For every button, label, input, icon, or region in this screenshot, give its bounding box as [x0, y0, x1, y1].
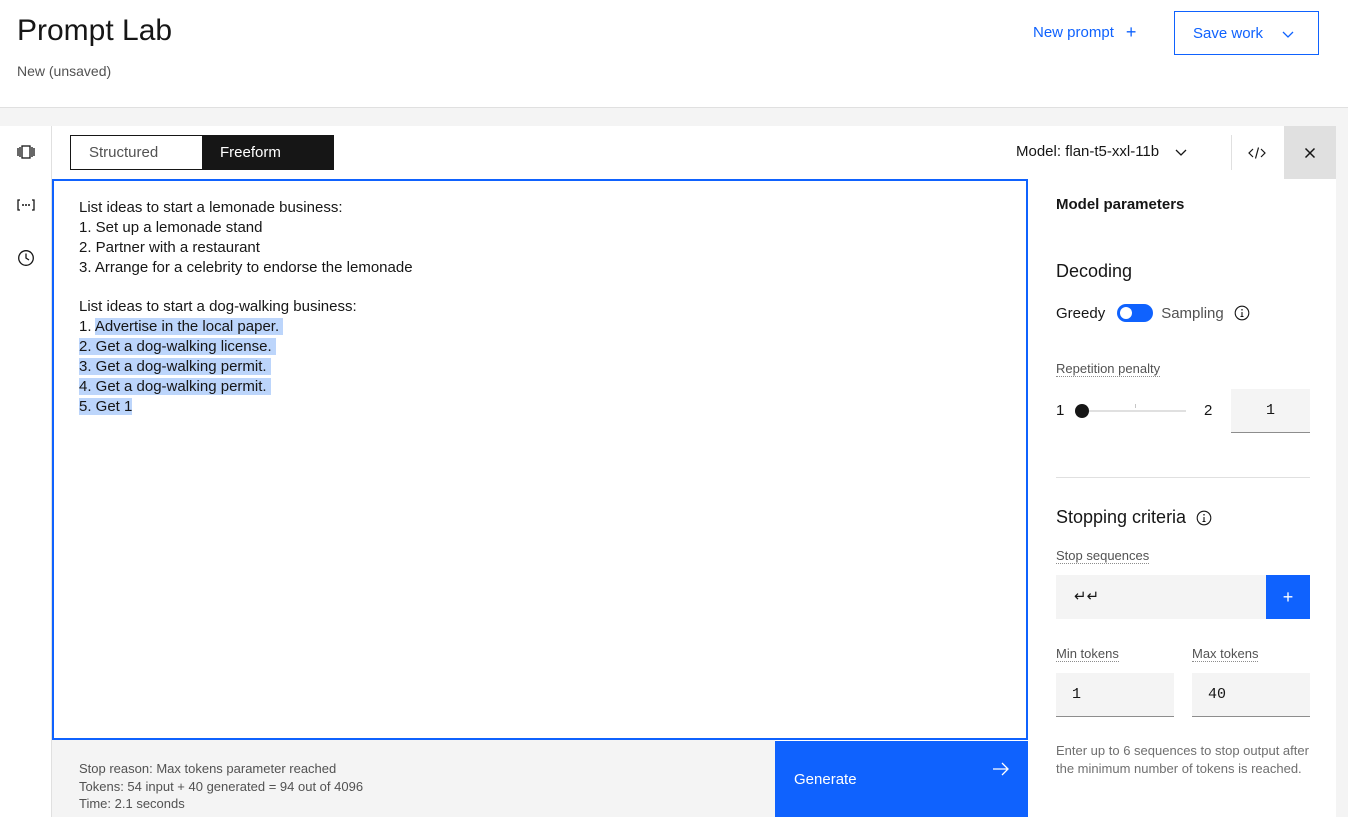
tab-structured[interactable]: Structured	[71, 136, 202, 169]
editor-line: 5. Get 1	[79, 397, 1001, 417]
panel-title: Model parameters	[1056, 196, 1185, 213]
model-select[interactable]: Model: flan-t5-xxl-11b	[1016, 143, 1189, 160]
plus-icon: +	[1125, 22, 1137, 42]
repetition-penalty-input[interactable]	[1231, 389, 1310, 433]
scrollbar-track	[1336, 126, 1348, 817]
max-tokens-input[interactable]	[1192, 673, 1310, 717]
close-icon	[1304, 147, 1316, 158]
editor-line: 4. Get a dog-walking permit.	[79, 377, 1001, 397]
view-code-button[interactable]	[1245, 141, 1269, 165]
editor-line: List ideas to start a lemonade business:	[79, 198, 1001, 218]
editor-line: 1. Advertise in the local paper.	[79, 317, 1001, 337]
slider-thumb[interactable]	[1075, 404, 1089, 418]
slider-max: 2	[1204, 402, 1213, 419]
max-tokens-label: Max tokens	[1192, 646, 1259, 662]
left-rail	[0, 126, 52, 817]
token-count: Tokens: 54 input + 40 generated = 94 out…	[79, 778, 364, 794]
arrow-right-icon	[993, 762, 1009, 776]
model-label: Model: flan-t5-xxl-11b	[1016, 143, 1160, 160]
min-tokens-label: Min tokens	[1056, 646, 1119, 662]
min-tokens-input[interactable]	[1056, 673, 1174, 717]
editor-text: 1.	[79, 318, 95, 335]
generated-text: Advertise in the local paper.	[94, 318, 284, 335]
page-subtitle: New (unsaved)	[17, 63, 112, 79]
slider-track[interactable]	[1082, 410, 1186, 412]
model-parameters-panel: Model parameters Decoding Greedy Samplin…	[1028, 179, 1336, 817]
add-stop-sequence-button[interactable]: +	[1266, 575, 1310, 619]
chevron-down-icon	[1282, 31, 1294, 38]
generation-status: Stop reason: Max tokens parameter reache…	[52, 740, 775, 817]
generate-label: Generate	[794, 770, 857, 788]
section-divider	[1056, 477, 1310, 478]
info-icon[interactable]	[1196, 510, 1212, 526]
decoding-toggle-row: Greedy Sampling	[1056, 304, 1250, 322]
stopping-criteria-label: Stopping criteria	[1056, 507, 1187, 527]
new-prompt-button[interactable]: New prompt +	[1033, 23, 1136, 41]
tab-freeform[interactable]: Freeform	[202, 136, 333, 169]
generate-button[interactable]: Generate	[775, 741, 1028, 817]
page-title: Prompt Lab	[17, 14, 173, 47]
save-work-label: Save work	[1193, 24, 1264, 42]
sample-prompts-icon[interactable]	[14, 140, 38, 164]
stop-sequences-helper: Enter up to 6 sequences to stop output a…	[1056, 743, 1309, 776]
editor-line: 2. Get a dog-walking license.	[79, 337, 1001, 357]
editor-line: 3. Get a dog-walking permit.	[79, 357, 1001, 377]
editor-line: 3. Arrange for a celebrity to endorse th…	[79, 258, 1001, 278]
generated-text: 2. Get a dog-walking license.	[79, 338, 276, 355]
editor-text: 2. Partner with a restaurant	[79, 239, 260, 256]
slider-tick	[1135, 404, 1136, 408]
slider-min: 1	[1056, 402, 1065, 419]
sampling-label: Sampling	[1161, 304, 1224, 322]
mode-switcher: Structured Freeform	[70, 135, 334, 170]
generated-text: 3. Get a dog-walking permit.	[79, 358, 271, 375]
save-work-button[interactable]: Save work	[1174, 11, 1319, 55]
editor-text: List ideas to start a lemonade business:	[79, 199, 343, 216]
page-header: Prompt Lab New (unsaved) New prompt + Sa…	[0, 0, 1348, 108]
editor-text: 1. Set up a lemonade stand	[79, 219, 263, 236]
generated-text: 5. Get 1	[79, 398, 133, 415]
toolbar-divider	[1231, 135, 1232, 170]
info-icon[interactable]	[1234, 305, 1250, 321]
toggle-knob	[1120, 307, 1133, 319]
decoding-heading: Decoding	[1056, 261, 1133, 281]
stop-reason: Stop reason: Max tokens parameter reache…	[79, 761, 337, 776]
new-prompt-label: New prompt	[1033, 23, 1114, 41]
greedy-label: Greedy	[1056, 304, 1106, 322]
editor-line: 1. Set up a lemonade stand	[79, 218, 1001, 238]
editor-text: 3. Arrange for a celebrity to endorse th…	[79, 259, 413, 276]
variables-icon[interactable]	[14, 193, 38, 217]
stopping-criteria-heading: Stopping criteria	[1056, 507, 1212, 528]
editor-line: 2. Partner with a restaurant	[79, 238, 1001, 258]
editor-text: List ideas to start a dog-walking busine…	[79, 298, 357, 315]
generation-time: Time: 2.1 seconds	[79, 796, 185, 811]
editor-line: List ideas to start a dog-walking busine…	[79, 297, 1001, 317]
prompt-editor[interactable]: List ideas to start a lemonade business:…	[52, 179, 1028, 740]
code-icon	[1248, 147, 1266, 159]
repetition-penalty-label: Repetition penalty	[1056, 361, 1161, 377]
editor-toolbar: Structured Freeform Model: flan-t5-xxl-1…	[52, 126, 1336, 179]
decoding-toggle[interactable]	[1117, 304, 1154, 322]
generated-text: 4. Get a dog-walking permit.	[79, 378, 271, 395]
header-gap	[0, 108, 1348, 126]
history-icon[interactable]	[14, 246, 38, 270]
stop-sequences-input[interactable]: ↵↵	[1056, 575, 1266, 619]
close-button[interactable]	[1284, 126, 1336, 179]
stop-sequences-label: Stop sequences	[1056, 548, 1150, 564]
chevron-down-icon	[1175, 149, 1187, 156]
repetition-penalty-slider: 1 2	[1056, 389, 1310, 433]
